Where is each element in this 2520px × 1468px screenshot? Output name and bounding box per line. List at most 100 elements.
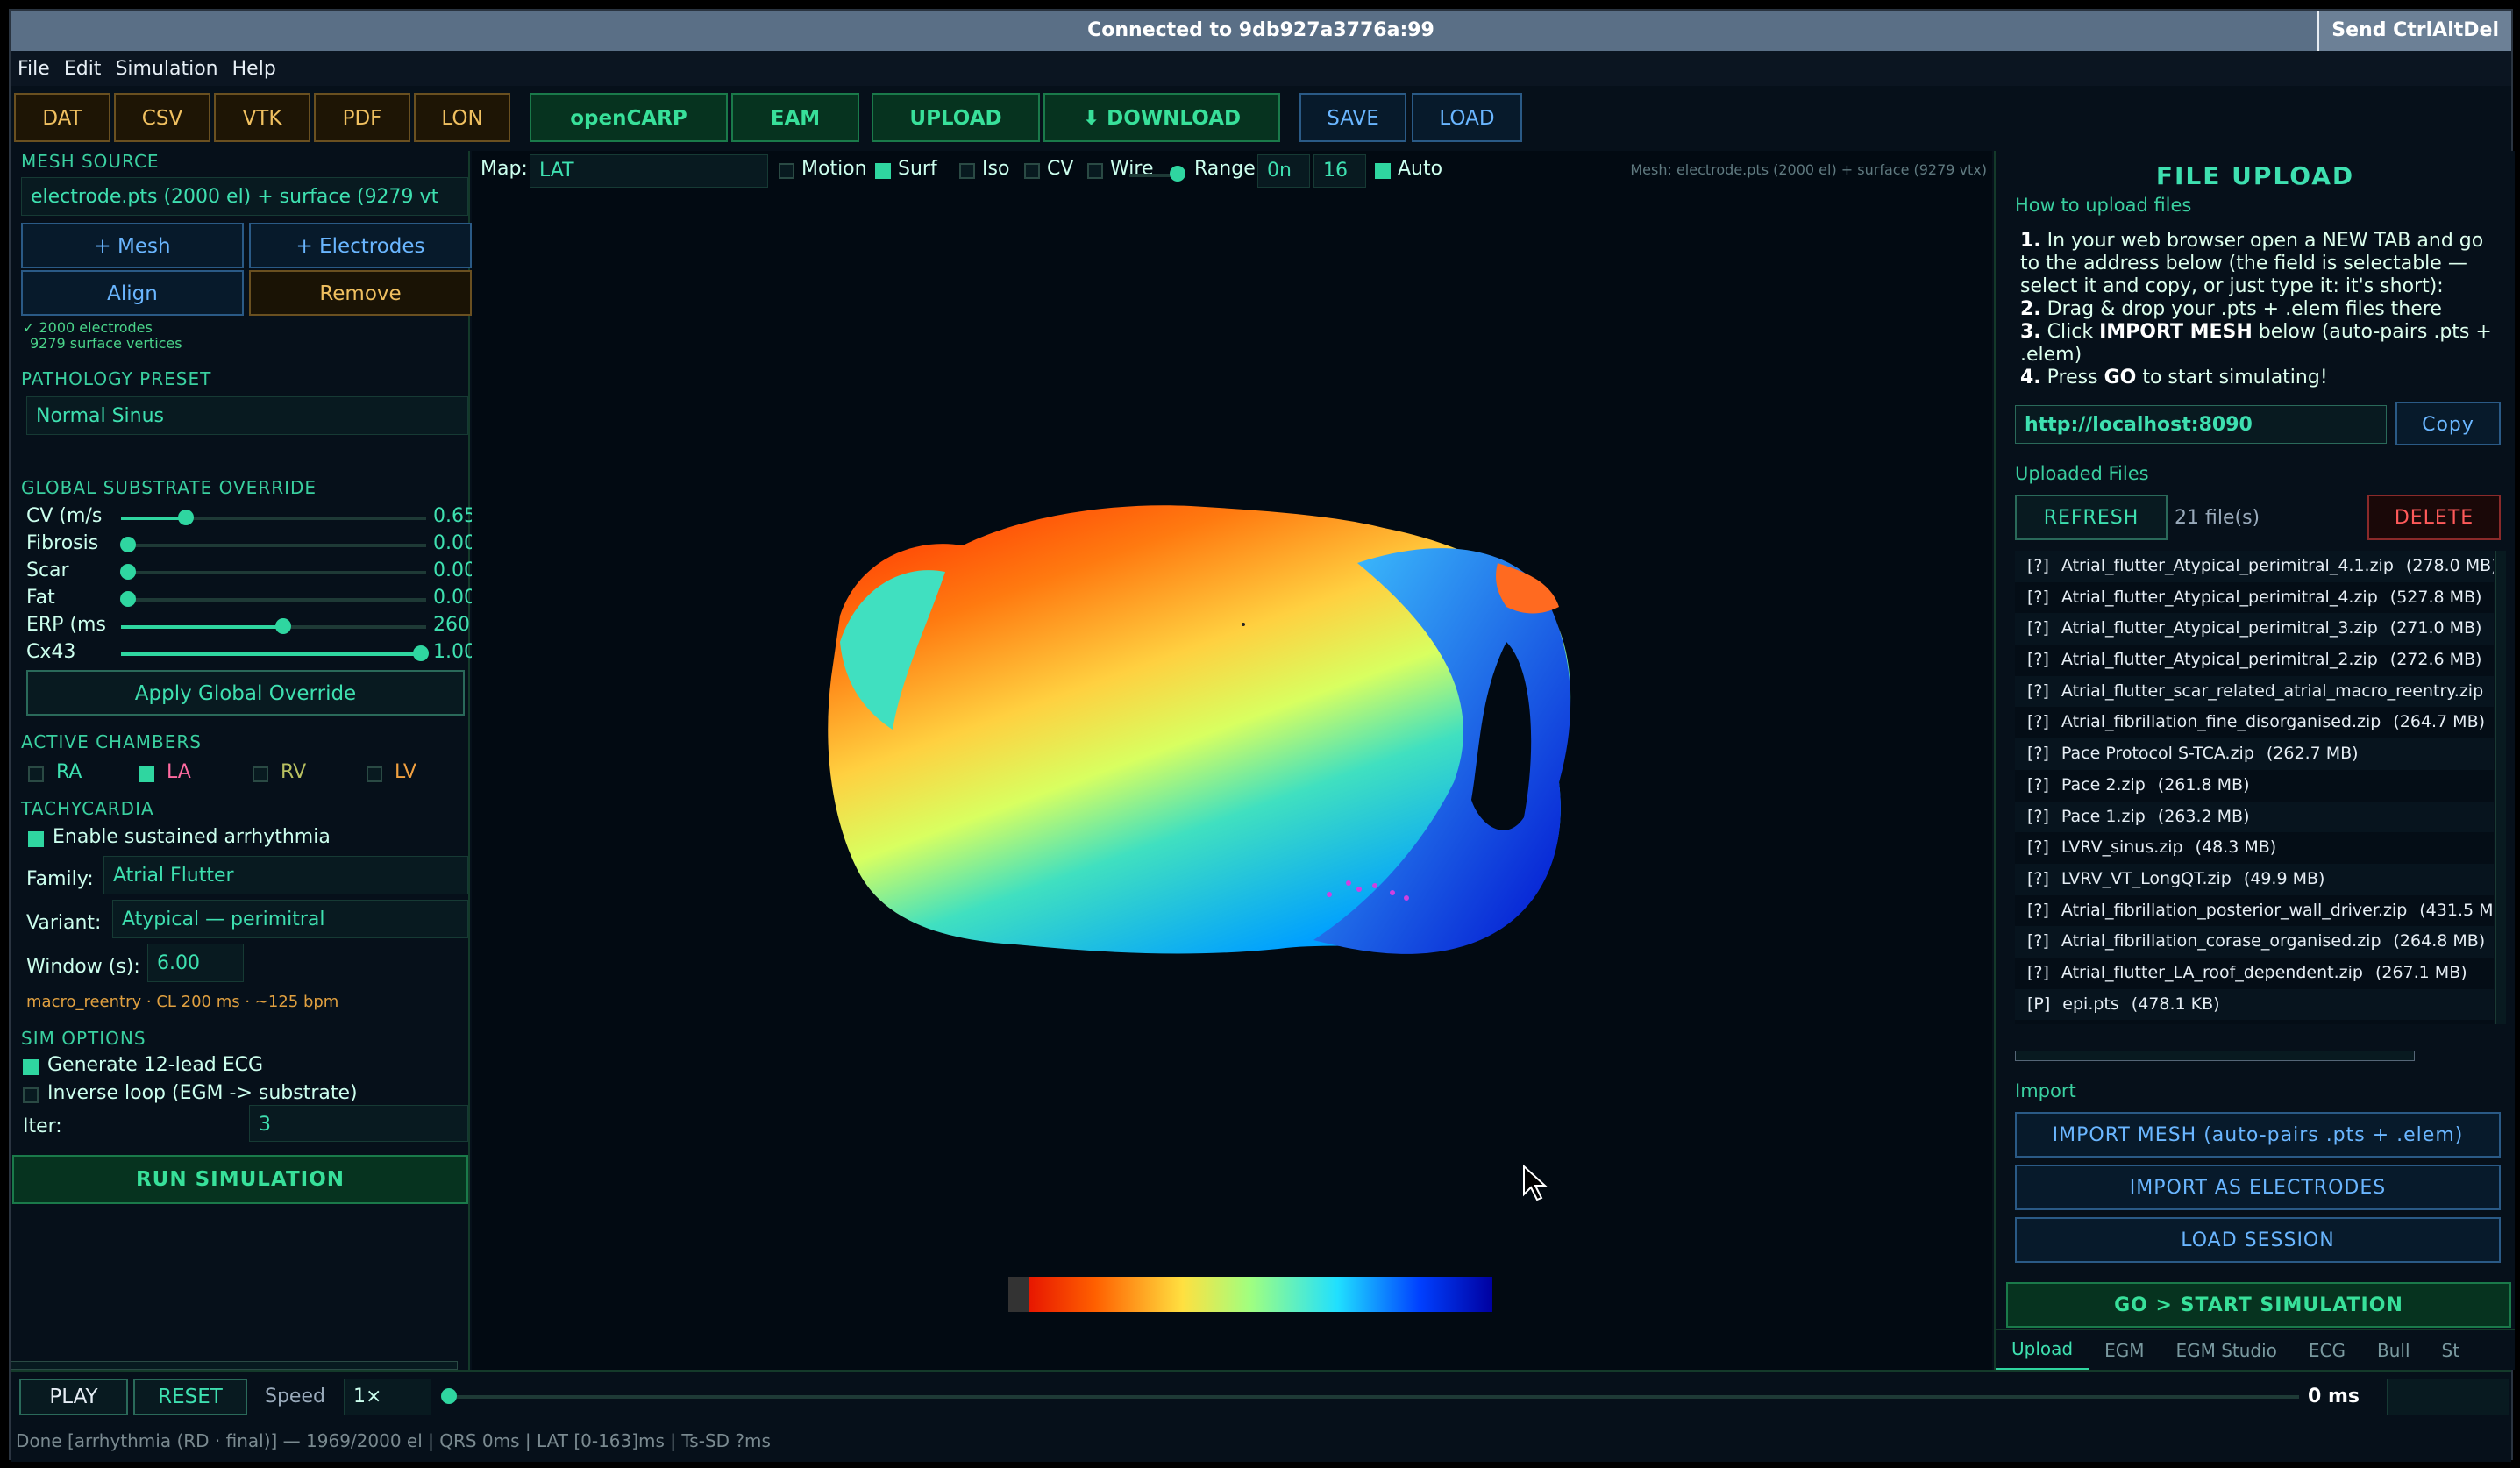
refresh-button[interactable]: REFRESH xyxy=(2015,495,2168,540)
import-mesh-button[interactable]: IMPORT MESH (auto-pairs .pts + .elem) xyxy=(2015,1112,2501,1158)
slider-knob[interactable] xyxy=(119,591,136,607)
export-csv-button[interactable]: CSV xyxy=(114,93,210,142)
tab-ecg[interactable]: ECG xyxy=(2293,1331,2361,1370)
chamber-checkbox[interactable] xyxy=(28,766,44,782)
file-row[interactable]: [?] Atrial_flutter_Atypical_perimitral_2.… xyxy=(2015,645,2494,676)
ecg-checkbox[interactable] xyxy=(23,1059,39,1075)
load-button[interactable]: LOAD xyxy=(1412,93,1522,142)
slider-knob[interactable] xyxy=(119,537,136,552)
file-row[interactable]: [?] Atrial_flutter_Atypical_perimitral_4.… xyxy=(2015,551,2494,582)
tab-egm[interactable]: EGM xyxy=(2089,1331,2160,1370)
iter-input[interactable]: 3 xyxy=(249,1105,468,1142)
chamber-checkbox[interactable] xyxy=(253,766,268,782)
export-lon-button[interactable]: LON xyxy=(414,93,510,142)
file-row[interactable]: [?] Atrial_flutter_LA_roof_dependent.zip (… xyxy=(2015,957,2494,989)
slider-track[interactable] xyxy=(121,544,426,547)
tab-egm-studio[interactable]: EGM Studio xyxy=(2160,1331,2292,1370)
delete-button[interactable]: DELETE xyxy=(2367,495,2501,540)
file-row[interactable]: [?] LVRV_sinus.zip (48.3 MB) xyxy=(2015,832,2494,864)
pathology-preset-title: PATHOLOGY PRESET xyxy=(21,368,212,389)
file-type-tag: [?] xyxy=(2027,900,2049,920)
speed-select[interactable]: 1× xyxy=(344,1379,431,1415)
file-row[interactable]: [P] epi.pts (478.1 KB) xyxy=(2015,988,2494,1021)
save-button[interactable]: SAVE xyxy=(1299,93,1406,142)
file-size: (271.0 MB) xyxy=(2389,618,2482,638)
apply-global-override-button[interactable]: Apply Global Override xyxy=(26,670,465,716)
file-size: (48.3 MB) xyxy=(2195,837,2277,858)
pathology-preset-select[interactable]: Normal Sinus xyxy=(26,396,468,435)
tab-st[interactable]: St xyxy=(2426,1331,2476,1370)
file-row[interactable]: [?] Atrial_fibrillation_fine_disorganised… xyxy=(2015,707,2494,739)
menu-file[interactable]: File xyxy=(18,58,50,80)
file-row[interactable]: [?] Atrial_flutter_Atypical_perimitral_4.… xyxy=(2015,581,2494,614)
family-select[interactable]: Atrial Flutter xyxy=(103,856,468,894)
reset-button[interactable]: RESET xyxy=(133,1379,247,1415)
slider-knob[interactable] xyxy=(413,645,430,661)
enable-arrhythmia-checkbox[interactable] xyxy=(28,831,44,847)
align-button[interactable]: Align xyxy=(21,270,244,316)
menu-simulation[interactable]: Simulation xyxy=(115,58,217,80)
menu-help[interactable]: Help xyxy=(232,58,276,80)
file-list-hscrollbar[interactable] xyxy=(2015,1051,2415,1061)
3d-viewer[interactable]: Map: LAT Motion Surf Iso CV Wire Range: 0n 1… xyxy=(472,151,1992,1370)
mesh-render[interactable] xyxy=(472,151,1992,1370)
remove-button[interactable]: Remove xyxy=(249,270,472,316)
add-electrodes-button[interactable]: + Electrodes xyxy=(249,223,472,268)
file-row[interactable]: [?] LVRV_VT_LongQT.zip (49.9 MB) xyxy=(2015,863,2494,895)
slider-track[interactable] xyxy=(121,598,426,602)
upload-url-field[interactable]: http://localhost:8090 xyxy=(2015,405,2387,444)
eam-button[interactable]: EAM xyxy=(731,93,859,142)
variant-select[interactable]: Atypical — perimitral xyxy=(112,900,468,938)
tab-upload[interactable]: Upload xyxy=(1996,1329,2089,1371)
time-input[interactable] xyxy=(2387,1379,2509,1415)
chamber-checkbox[interactable] xyxy=(367,766,382,782)
inverse-loop-checkbox[interactable] xyxy=(23,1087,39,1103)
timeline-knob[interactable] xyxy=(441,1388,457,1404)
mouse-cursor-icon xyxy=(1523,1164,1548,1201)
mesh-source-field[interactable]: electrode.pts (2000 el) + surface (9279 … xyxy=(21,177,468,216)
menu-edit[interactable]: Edit xyxy=(64,58,102,80)
file-name: Atrial_flutter_Atypical_perimitral_4.1.z… xyxy=(2061,556,2394,575)
file-row[interactable]: [?] Atrial_flutter_Atypical_perimitral_3.… xyxy=(2015,613,2494,645)
slider-knob[interactable] xyxy=(275,618,292,634)
file-size: (262.7 MB) xyxy=(2266,744,2359,764)
opencarp-button[interactable]: openCARP xyxy=(530,93,728,142)
timeline-track[interactable] xyxy=(449,1395,2299,1399)
download-button[interactable]: ⬇ DOWNLOAD xyxy=(1043,93,1280,142)
file-row[interactable]: [?] Atrial_fibrillation_corase_organised.… xyxy=(2015,926,2494,958)
load-session-button[interactable]: LOAD SESSION xyxy=(2015,1217,2501,1263)
slider-knob[interactable] xyxy=(119,564,136,580)
file-size: (272.6 MB) xyxy=(2389,650,2482,670)
slider-knob[interactable] xyxy=(178,510,195,525)
slider-label: ERP (ms xyxy=(26,614,106,636)
file-size: (478.1 KB) xyxy=(2131,994,2220,1014)
import-electrodes-button[interactable]: IMPORT AS ELECTRODES xyxy=(2015,1165,2501,1210)
slider-track[interactable] xyxy=(121,571,426,574)
file-row[interactable]: [?] Pace 2.zip (261.8 MB) xyxy=(2015,769,2494,802)
add-mesh-button[interactable]: + Mesh xyxy=(21,223,244,268)
title-bar: Connected to 9db927a3776a:99 Send CtrlAl… xyxy=(11,11,2511,51)
uploaded-file-list[interactable]: [?] Atrial_flutter_Atypical_perimitral_4.… xyxy=(2015,551,2494,1024)
file-row[interactable]: [?] Pace Protocol S-TCA.zip (262.7 MB) xyxy=(2015,738,2494,770)
file-row[interactable]: [?] Pace 1.zip (263.2 MB) xyxy=(2015,801,2494,833)
copy-url-button[interactable]: Copy xyxy=(2395,402,2501,445)
play-button[interactable]: PLAY xyxy=(19,1379,128,1415)
chamber-checkbox[interactable] xyxy=(139,766,154,782)
go-start-simulation-button[interactable]: GO > START SIMULATION xyxy=(2006,1282,2511,1328)
tab-bull[interactable]: Bull xyxy=(2361,1331,2426,1370)
export-pdf-button[interactable]: PDF xyxy=(314,93,410,142)
file-upload-title: FILE UPLOAD xyxy=(2155,161,2355,190)
file-list-vscrollbar[interactable] xyxy=(2495,551,2506,1024)
upload-button[interactable]: UPLOAD xyxy=(872,93,1040,142)
run-simulation-button[interactable]: RUN SIMULATION xyxy=(12,1155,468,1204)
left-panel: MESH SOURCE electrode.pts (2000 el) + su… xyxy=(11,151,476,1370)
file-row[interactable]: [?] Atrial_flutter_scar_related_atrial_ma… xyxy=(2015,675,2494,708)
window-input[interactable]: 6.00 xyxy=(147,944,244,982)
file-row[interactable]: [?] Atrial_fibrillation_posterior_wall_dr… xyxy=(2015,894,2494,927)
left-panel-hscrollbar[interactable] xyxy=(11,1361,458,1370)
file-row[interactable]: [E]epi.elem(438.2 KB) xyxy=(2015,1020,2494,1024)
send-ctrl-alt-del-button[interactable]: Send CtrlAltDel xyxy=(2317,11,2511,51)
export-dat-button[interactable]: DAT xyxy=(14,93,110,142)
file-type-tag: [?] xyxy=(2027,774,2049,795)
export-vtk-button[interactable]: VTK xyxy=(214,93,310,142)
